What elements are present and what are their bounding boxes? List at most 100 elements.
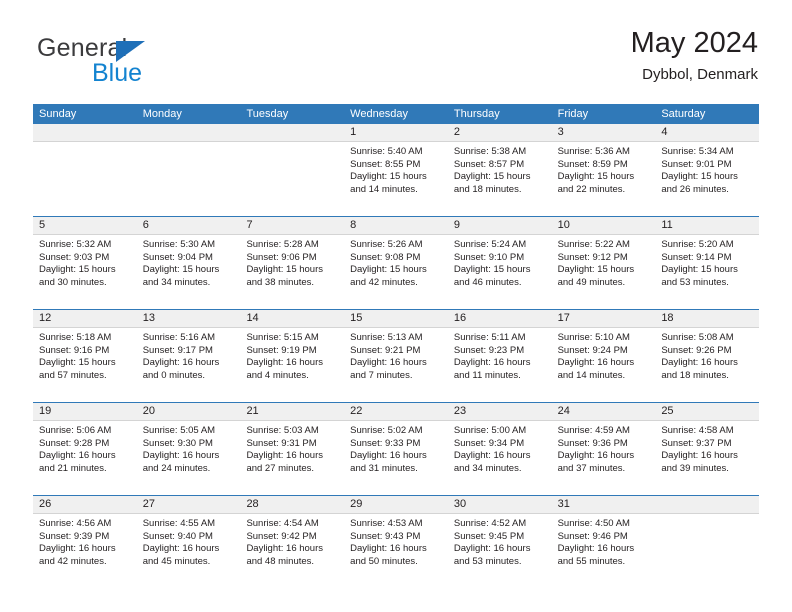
day-number-band: 27 [136, 496, 241, 514]
calendar-day-cell[interactable]: 19 Sunrise: 5:06 AM Sunset: 9:28 PM Dayligh… [33, 403, 137, 495]
calendar-day-cell[interactable]: 14 Sunrise: 5:15 AM Sunset: 9:19 PM Dayligh… [240, 310, 345, 402]
calendar-day-cell[interactable]: 15 Sunrise: 5:13 AM Sunset: 9:21 PM Dayligh… [344, 310, 448, 402]
sunset-text: Sunset: 9:04 PM [142, 251, 213, 263]
daylight-text-line2: and 27 minutes. [246, 462, 315, 474]
sunset-text: Sunset: 9:17 PM [142, 344, 213, 356]
day-details: Sunrise: 5:02 AM Sunset: 9:33 PM Daylight:… [344, 421, 448, 475]
calendar-day-cell[interactable]: 31 Sunrise: 4:50 AM Sunset: 9:46 PM Dayligh… [551, 496, 656, 584]
calendar-day-cell[interactable]: 17 Sunrise: 5:10 AM Sunset: 9:24 PM Dayligh… [551, 310, 656, 402]
sunrise-text: Sunrise: 5:06 AM [39, 425, 112, 436]
calendar-day-cell[interactable]: 8 Sunrise: 5:26 AM Sunset: 9:08 PM Daylight… [344, 217, 448, 309]
calendar-day-cell[interactable]: 25 Sunrise: 4:58 AM Sunset: 9:37 PM Dayligh… [655, 403, 760, 495]
calendar-day-cell[interactable]: 29 Sunrise: 4:53 AM Sunset: 9:43 PM Dayligh… [344, 496, 448, 584]
daylight-text-line1: Daylight: 15 hours [350, 264, 427, 276]
calendar-day-cell[interactable]: 21 Sunrise: 5:03 AM Sunset: 9:31 PM Dayligh… [240, 403, 345, 495]
sunrise-text: Sunrise: 4:54 AM [246, 518, 319, 529]
sunrise-text: Sunrise: 5:40 AM [350, 146, 423, 157]
title-block: May 2024 Dybbol, Denmark [631, 28, 758, 84]
logo-text-general: General [37, 34, 128, 62]
sunset-text: Sunset: 9:24 PM [557, 344, 628, 356]
day-number-band: 12 [33, 310, 137, 328]
daylight-text-line1: Daylight: 16 hours [453, 543, 531, 555]
day-details: Sunrise: 4:58 AM Sunset: 9:37 PM Daylight:… [655, 421, 759, 475]
day-number: 5 [39, 219, 46, 231]
day-number-band [136, 124, 241, 142]
day-number-band: 10 [551, 217, 656, 235]
calendar-day-cell[interactable]: 11 Sunrise: 5:20 AM Sunset: 9:14 PM Dayligh… [655, 217, 760, 309]
sunrise-text: Sunrise: 5:22 AM [557, 239, 630, 250]
day-number-band: 29 [344, 496, 448, 514]
daylight-text-line1: Daylight: 15 hours [453, 264, 531, 276]
day-details: Sunrise: 4:55 AM Sunset: 9:40 PM Daylight:… [137, 514, 241, 568]
day-number: 18 [661, 312, 674, 324]
day-details: Sunrise: 5:20 AM Sunset: 9:14 PM Daylight:… [655, 235, 759, 289]
daylight-text-line1: Daylight: 16 hours [142, 543, 220, 555]
daylight-text-line1: Daylight: 16 hours [661, 357, 738, 369]
sunrise-text: Sunrise: 5:30 AM [142, 239, 216, 250]
daylight-text-line2: and 48 minutes. [246, 555, 315, 567]
sunset-text: Sunset: 9:43 PM [350, 530, 421, 542]
calendar-page: General Blue May 2024 Dybbol, Denmark Su… [0, 0, 792, 612]
daylight-text-line2: and 21 minutes. [39, 462, 107, 474]
general-blue-logo: General Blue [33, 36, 193, 94]
sunset-text: Sunset: 9:21 PM [350, 344, 421, 356]
day-details: Sunrise: 5:16 AM Sunset: 9:17 PM Daylight:… [137, 328, 241, 382]
day-number-band: 22 [344, 403, 448, 421]
calendar-day-cell[interactable]: 27 Sunrise: 4:55 AM Sunset: 9:40 PM Dayligh… [136, 496, 241, 584]
calendar-day-cell[interactable]: 3 Sunrise: 5:36 AM Sunset: 8:59 PM Daylight… [551, 124, 656, 216]
day-number-band: 3 [551, 124, 656, 142]
day-details: Sunrise: 5:28 AM Sunset: 9:06 PM Daylight:… [240, 235, 344, 289]
sunrise-text: Sunrise: 5:08 AM [661, 332, 734, 343]
daylight-text-line2: and 34 minutes. [453, 462, 522, 474]
calendar-day-cell[interactable]: 2 Sunrise: 5:38 AM Sunset: 8:57 PM Daylight… [447, 124, 552, 216]
daylight-text-line2: and 7 minutes. [350, 369, 413, 381]
daylight-text-line2: and 31 minutes. [350, 462, 418, 474]
calendar-day-cell[interactable]: 26 Sunrise: 4:56 AM Sunset: 9:39 PM Dayligh… [33, 496, 137, 584]
calendar-day-cell[interactable]: 6 Sunrise: 5:30 AM Sunset: 9:04 PM Daylight… [136, 217, 241, 309]
sunrise-text: Sunrise: 5:00 AM [453, 425, 527, 436]
daylight-text-line2: and 38 minutes. [246, 276, 315, 288]
sunrise-text: Sunrise: 5:10 AM [557, 332, 630, 343]
calendar-day-cell[interactable]: 22 Sunrise: 5:02 AM Sunset: 9:33 PM Dayligh… [344, 403, 448, 495]
day-number-band [240, 124, 345, 142]
calendar-day-cell[interactable]: 30 Sunrise: 4:52 AM Sunset: 9:45 PM Dayligh… [447, 496, 552, 584]
daylight-text-line1: Daylight: 15 hours [661, 171, 738, 183]
day-number-band: 31 [551, 496, 656, 514]
page-subtitle: Dybbol, Denmark [642, 66, 758, 84]
day-number: 7 [246, 219, 253, 231]
sunset-text: Sunset: 9:36 PM [557, 437, 628, 449]
day-details [137, 142, 241, 146]
weekday-header-saturday: Saturday [661, 108, 706, 120]
daylight-text-line2: and 22 minutes. [557, 183, 626, 195]
calendar-day-cell[interactable]: 4 Sunrise: 5:34 AM Sunset: 9:01 PM Daylight… [655, 124, 760, 216]
calendar-day-cell[interactable]: 24 Sunrise: 4:59 AM Sunset: 9:36 PM Dayligh… [551, 403, 656, 495]
calendar-day-cell[interactable]: 5 Sunrise: 5:32 AM Sunset: 9:03 PM Daylight… [33, 217, 137, 309]
daylight-text-line2: and 45 minutes. [142, 555, 211, 567]
day-details: Sunrise: 5:10 AM Sunset: 9:24 PM Daylight:… [552, 328, 656, 382]
sunrise-text: Sunrise: 4:59 AM [557, 425, 630, 436]
calendar-day-cell[interactable]: 16 Sunrise: 5:11 AM Sunset: 9:23 PM Dayligh… [447, 310, 552, 402]
calendar-day-cell[interactable]: 13 Sunrise: 5:16 AM Sunset: 9:17 PM Dayligh… [136, 310, 241, 402]
calendar-day-cell[interactable]: 9 Sunrise: 5:24 AM Sunset: 9:10 PM Daylight… [447, 217, 552, 309]
sunset-text: Sunset: 9:08 PM [350, 251, 421, 263]
day-details: Sunrise: 5:36 AM Sunset: 8:59 PM Daylight:… [552, 142, 656, 196]
day-number-band: 19 [33, 403, 137, 421]
calendar-day-cell[interactable]: 7 Sunrise: 5:28 AM Sunset: 9:06 PM Daylight… [240, 217, 345, 309]
calendar-day-cell[interactable]: 12 Sunrise: 5:18 AM Sunset: 9:16 PM Dayligh… [33, 310, 137, 402]
day-number: 22 [350, 405, 363, 417]
calendar-day-cell[interactable]: 20 Sunrise: 5:05 AM Sunset: 9:30 PM Dayligh… [136, 403, 241, 495]
calendar-day-cell[interactable]: 23 Sunrise: 5:00 AM Sunset: 9:34 PM Dayligh… [447, 403, 552, 495]
day-details: Sunrise: 5:26 AM Sunset: 9:08 PM Daylight:… [344, 235, 448, 289]
calendar-day-cell[interactable]: 1 Sunrise: 5:40 AM Sunset: 8:55 PM Daylight… [344, 124, 448, 216]
calendar-day-cell[interactable]: 10 Sunrise: 5:22 AM Sunset: 9:12 PM Dayligh… [551, 217, 656, 309]
day-number-band: 1 [344, 124, 448, 142]
daylight-text-line2: and 18 minutes. [661, 369, 729, 381]
calendar-day-cell[interactable]: 28 Sunrise: 4:54 AM Sunset: 9:42 PM Dayligh… [240, 496, 345, 584]
calendar-grid: Sunday Monday Tuesday Wednesday Thursday Frid… [33, 104, 760, 584]
day-number: 15 [350, 312, 363, 324]
daylight-text-line1: Daylight: 16 hours [453, 357, 531, 369]
sunset-text: Sunset: 9:19 PM [246, 344, 317, 356]
day-details: Sunrise: 5:06 AM Sunset: 9:28 PM Daylight:… [33, 421, 137, 475]
calendar-day-cell[interactable]: 18 Sunrise: 5:08 AM Sunset: 9:26 PM Dayligh… [655, 310, 760, 402]
day-details: Sunrise: 5:00 AM Sunset: 9:34 PM Daylight:… [448, 421, 552, 475]
